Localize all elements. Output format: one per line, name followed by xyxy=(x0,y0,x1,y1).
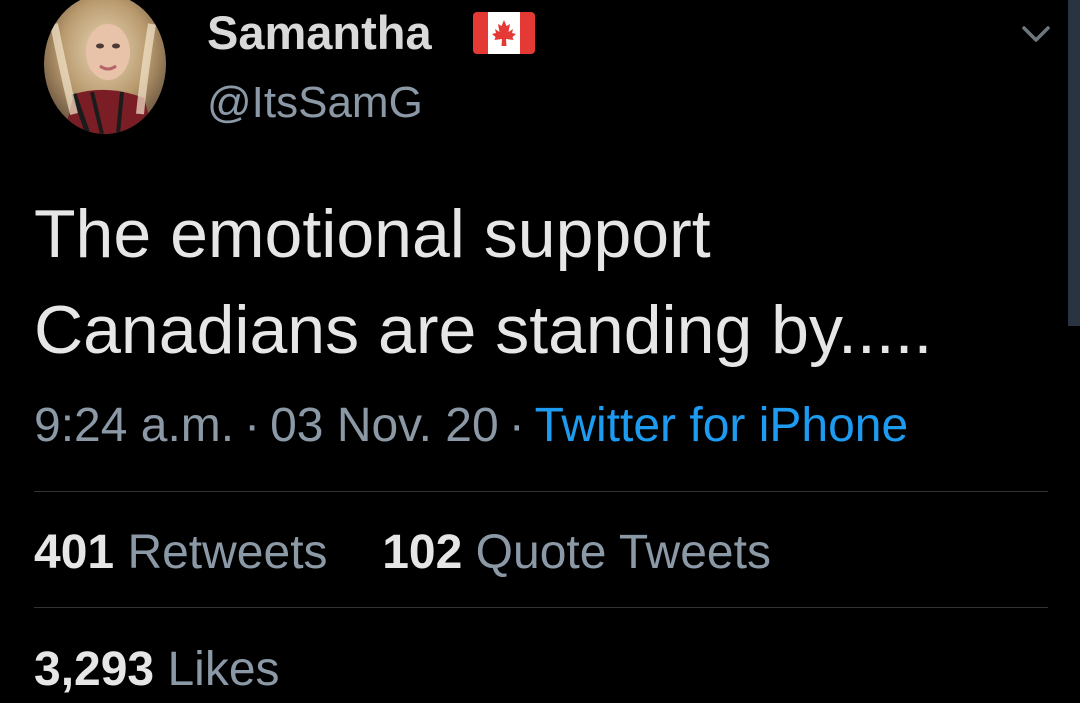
quote-tweets-stat[interactable]: 102 Quote Tweets xyxy=(382,526,771,579)
author-display-name[interactable]: Samantha xyxy=(207,3,432,63)
avatar-photo xyxy=(44,0,166,134)
likes-label: Likes xyxy=(167,643,280,696)
quote-tweets-count: 102 xyxy=(382,526,463,579)
tweet-detail-view: Samantha @ItsSamG The emotional support … xyxy=(0,0,1080,703)
divider xyxy=(34,491,1048,492)
likes-stats-row: 3,293 Likes xyxy=(34,640,280,700)
scrollbar[interactable] xyxy=(1068,0,1080,326)
tweet-date[interactable]: 03 Nov. 20 xyxy=(270,399,499,452)
meta-separator: · xyxy=(244,399,261,452)
canada-flag-icon xyxy=(473,12,535,54)
author-handle[interactable]: @ItsSamG xyxy=(207,73,423,133)
tweet-text-line: The emotional support xyxy=(34,196,711,272)
tweet-text-line: Canadians are standing by..... xyxy=(34,292,933,368)
tweet-source-link[interactable]: Twitter for iPhone xyxy=(535,399,909,452)
likes-count: 3,293 xyxy=(34,643,155,696)
quote-tweets-label: Quote Tweets xyxy=(475,526,771,579)
meta-separator: · xyxy=(508,399,525,452)
tweet-meta: 9:24 a.m. · 03 Nov. 20 · Twitter for iPhone xyxy=(34,396,908,456)
retweets-label: Retweets xyxy=(127,526,328,579)
avatar[interactable] xyxy=(44,0,166,134)
likes-stat[interactable]: 3,293 Likes xyxy=(34,643,280,696)
retweets-stat[interactable]: 401 Retweets xyxy=(34,526,328,579)
retweet-stats-row: 401 Retweets 102 Quote Tweets xyxy=(34,523,771,583)
divider xyxy=(34,607,1048,608)
tweet-time[interactable]: 9:24 a.m. xyxy=(34,399,234,452)
chevron-down-icon[interactable] xyxy=(1016,18,1056,48)
tweet-text: The emotional support Canadians are stan… xyxy=(34,186,1064,378)
retweets-count: 401 xyxy=(34,526,115,579)
